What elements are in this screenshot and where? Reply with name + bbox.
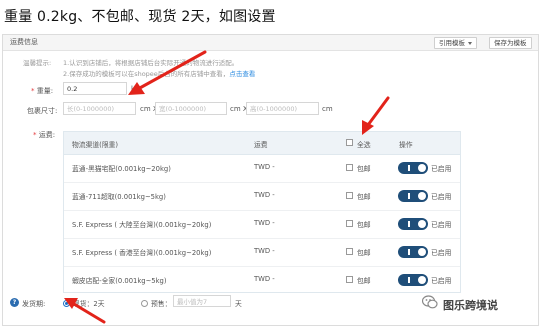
arrow-select-all — [366, 96, 390, 127]
arrow-weight-head — [128, 82, 145, 95]
watermark-text: 图乐跨境说 — [443, 299, 498, 312]
arrow-select-all-head — [362, 120, 374, 135]
arrow-weight — [136, 50, 207, 91]
annotation-arrows — [64, 50, 390, 324]
arrow-stock — [72, 302, 106, 324]
wechat-icon — [422, 295, 438, 309]
